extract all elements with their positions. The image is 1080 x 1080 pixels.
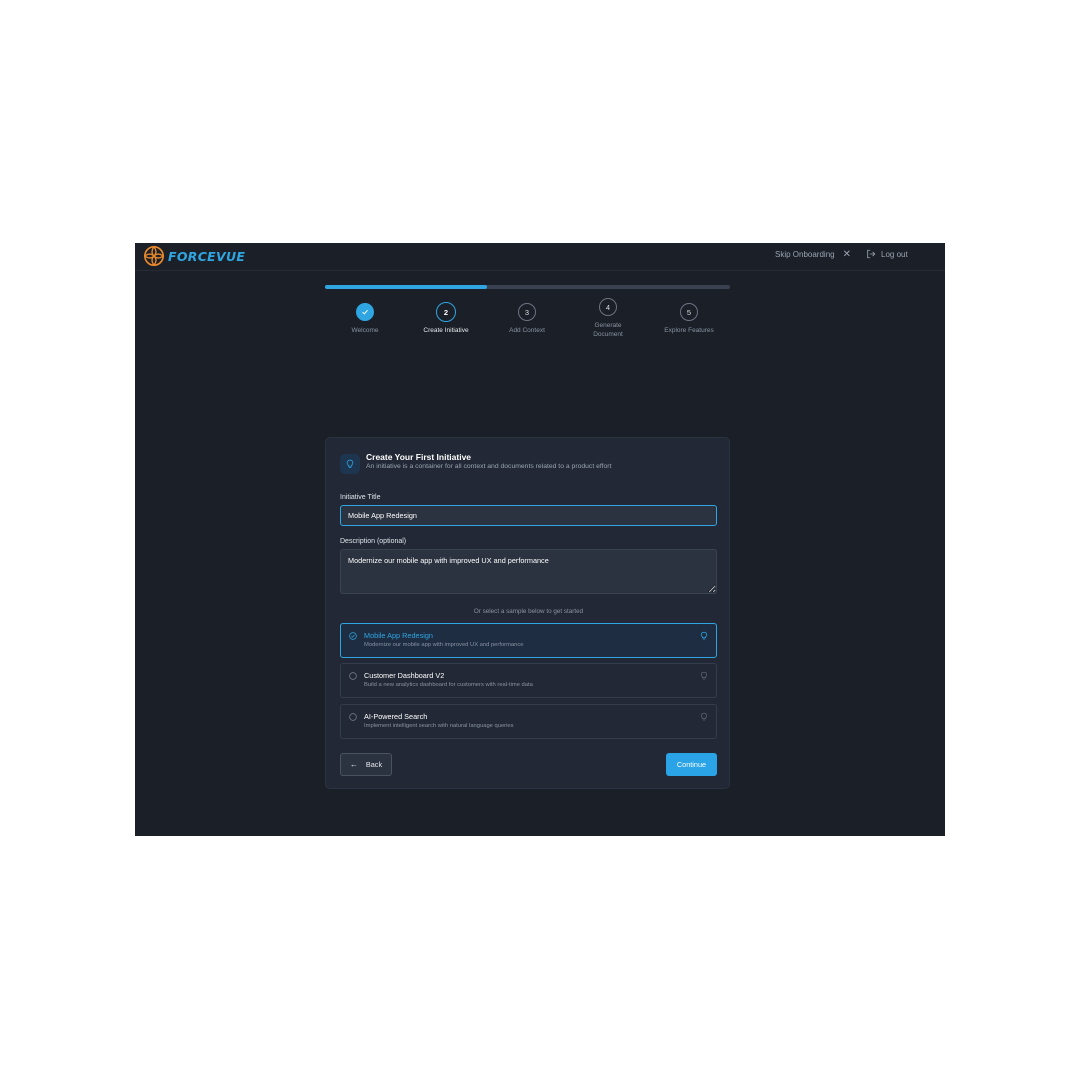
logout-icon xyxy=(867,249,876,259)
lightbulb-icon xyxy=(700,671,708,680)
initiative-card: Create Your First Initiative An initiati… xyxy=(325,437,730,789)
back-label: Back xyxy=(365,760,383,769)
sample-title: Customer Dashboard V2 xyxy=(364,671,445,680)
step-label: Create Initiative xyxy=(423,327,469,334)
step-number: 3 xyxy=(518,303,536,321)
description-label: Description (optional) xyxy=(340,538,407,545)
initiative-title-input[interactable] xyxy=(340,505,717,526)
sample-description: Modernize our mobile app with improved U… xyxy=(364,642,524,648)
check-icon xyxy=(362,309,368,315)
step-explore-features: 5 Explore Features xyxy=(649,303,729,335)
progress-bar-fill xyxy=(325,285,487,289)
step-create-initiative: 2 Create Initiative xyxy=(406,302,486,335)
step-add-context: 3 Add Context xyxy=(487,303,567,335)
step-welcome: Welcome xyxy=(325,303,405,335)
forcevue-logo-icon xyxy=(143,245,165,267)
card-title: Create Your First Initiative xyxy=(366,452,472,462)
progress-bar xyxy=(325,285,730,289)
sample-ai-powered-search[interactable]: AI-Powered Search Implement intelligent … xyxy=(340,704,717,739)
close-icon: ✕ xyxy=(842,249,851,260)
step-number: 5 xyxy=(680,303,698,321)
lightbulb-icon xyxy=(700,631,708,640)
sample-title: AI-Powered Search xyxy=(364,712,428,721)
step-generate-document: 4 Generate Document xyxy=(568,298,648,339)
step-circle xyxy=(356,303,374,321)
initiative-title-label: Initiative Title xyxy=(340,494,381,501)
lightbulb-icon xyxy=(340,454,360,474)
step-number: 4 xyxy=(599,298,617,316)
description-input[interactable]: Modernize our mobile app with improved U… xyxy=(340,549,717,594)
step-label: Explore Features xyxy=(664,327,714,334)
radio-icon xyxy=(349,713,357,721)
lightbulb-icon xyxy=(700,712,708,721)
onboarding-window: FORCEVUE Skip Onboarding ✕ Log out Welco… xyxy=(135,243,945,836)
step-label: Add Context xyxy=(509,327,545,334)
radio-icon xyxy=(349,672,357,680)
sample-prompt: Or select a sample below to get started xyxy=(473,608,584,615)
top-bar: FORCEVUE Skip Onboarding ✕ Log out xyxy=(135,243,945,271)
logo[interactable]: FORCEVUE xyxy=(143,244,245,268)
sample-mobile-app-redesign[interactable]: Mobile App Redesign Modernize our mobile… xyxy=(340,623,717,658)
card-header: Create Your First Initiative An initiati… xyxy=(340,452,611,474)
continue-button[interactable]: Continue xyxy=(666,753,717,776)
back-button[interactable]: ← Back xyxy=(340,753,392,776)
radio-checked-icon xyxy=(349,632,357,640)
step-label: Welcome xyxy=(351,327,379,334)
logo-text: FORCEVUE xyxy=(168,248,246,264)
card-subtitle: An initiative is a container for all con… xyxy=(366,463,612,470)
skip-onboarding-label: Skip Onboarding xyxy=(775,250,835,259)
sample-title: Mobile App Redesign xyxy=(364,631,433,640)
step-number: 2 xyxy=(436,302,456,322)
sample-description: Implement intelligent search with natura… xyxy=(364,723,514,729)
sample-description: Build a new analytics dashboard for cust… xyxy=(364,682,533,688)
step-label: Generate Document xyxy=(593,322,623,338)
sample-customer-dashboard-v2[interactable]: Customer Dashboard V2 Build a new analyt… xyxy=(340,663,717,698)
arrow-left-icon: ← xyxy=(349,760,358,769)
logout-label: Log out xyxy=(881,249,908,259)
skip-onboarding-button[interactable]: Skip Onboarding ✕ xyxy=(775,249,851,260)
logout-button[interactable]: Log out xyxy=(866,249,908,259)
